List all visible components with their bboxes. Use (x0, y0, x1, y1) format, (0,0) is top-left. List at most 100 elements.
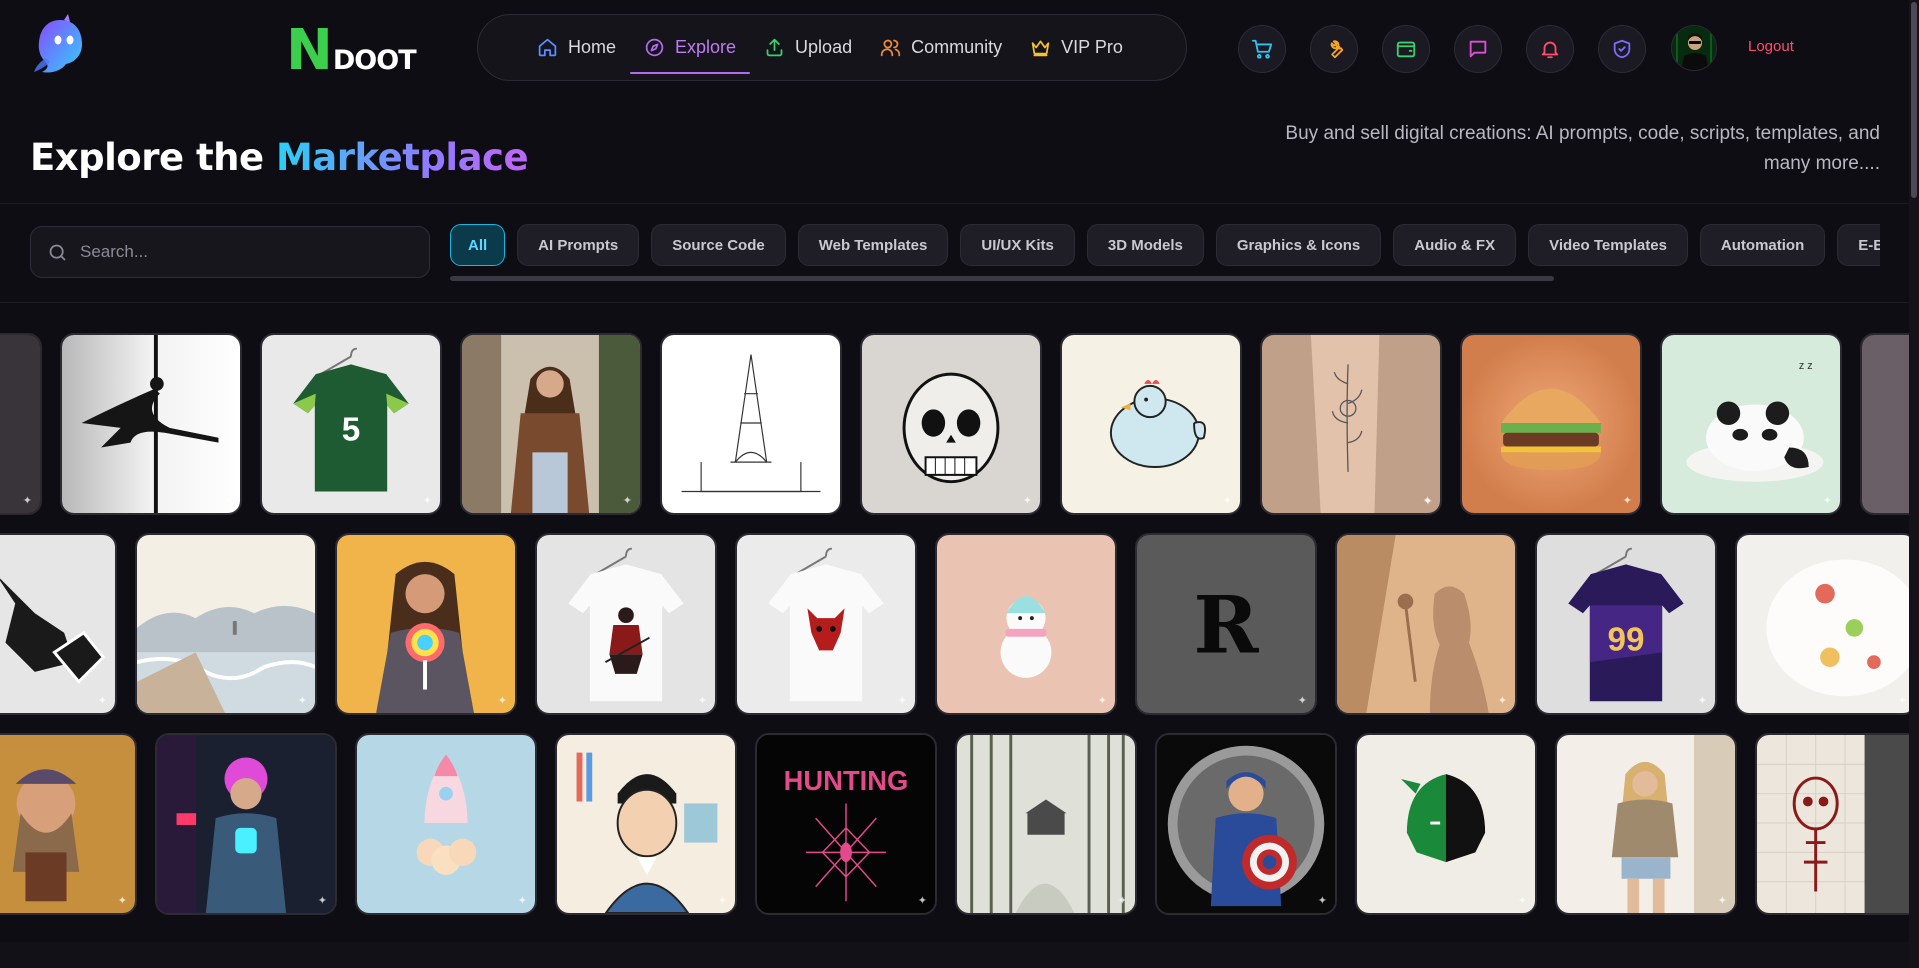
gallery-card[interactable]: ✦ (155, 733, 337, 915)
gallery-card[interactable]: ✦ (1155, 733, 1337, 915)
gallery-card[interactable]: ✦ ✦ (1260, 333, 1442, 515)
sparkle-icon: ✦ (697, 695, 707, 707)
gallery-card[interactable]: ✦ (0, 733, 137, 915)
gallery-card[interactable]: ✦ (355, 733, 537, 915)
gallery-card[interactable]: 99 ✦ (1535, 533, 1717, 715)
gallery-card[interactable]: ✦ (535, 533, 717, 715)
cart-button[interactable] (1238, 25, 1286, 73)
sparkle-icon: ✦ (1117, 895, 1127, 907)
gallery-card[interactable]: ✦ (335, 533, 517, 715)
gallery-card[interactable]: ✦ (1060, 333, 1242, 515)
nav-home-label: Home (568, 37, 617, 57)
sparkle-icon: ✦ (1622, 495, 1632, 507)
gallery-card[interactable]: ✦ (1755, 733, 1919, 915)
sparkle-icon: ✦ (97, 695, 107, 707)
nav-upload-label: Upload (795, 37, 853, 57)
shield-icon (1613, 39, 1631, 59)
nav-explore[interactable]: Explore (630, 24, 751, 74)
gallery-card[interactable]: ✦ (735, 533, 917, 715)
category-chip[interactable]: E-Books (1837, 224, 1880, 266)
category-chip[interactable]: Source Code (651, 224, 786, 266)
tools-button[interactable] (1310, 25, 1358, 73)
search-box[interactable] (30, 226, 430, 278)
nav-vip-pro-label: VIP Pro (1061, 37, 1123, 57)
gallery-card[interactable]: R ✦ (1135, 533, 1317, 715)
page-tagline: Buy and sell digital creations: AI promp… (1285, 123, 1880, 174)
gallery-card[interactable]: ✦ (60, 333, 242, 515)
jersey-number: 99 (1608, 621, 1645, 658)
sparkle-icon: ✦ (1497, 695, 1507, 707)
chat-icon (1469, 40, 1487, 58)
wrench-icon (1330, 40, 1344, 59)
sparkle-icon: ✦ (222, 495, 232, 507)
sparkle-icon: ✦ (297, 695, 307, 707)
gallery-card[interactable]: HUNTING ✦ (755, 733, 937, 915)
sparkle-icon: ✦ (1897, 695, 1907, 707)
sparkle-icon: ✦ (1022, 495, 1032, 507)
gallery-card[interactable]: ✦ (1335, 533, 1517, 715)
category-chip[interactable]: Automation (1699, 224, 1826, 266)
gallery-card[interactable]: z z ✦ (1660, 333, 1842, 515)
gallery-card[interactable]: ✦ (0, 533, 117, 715)
category-chip[interactable]: Web Templates (797, 224, 949, 266)
gallery-card[interactable]: ✦ (660, 333, 842, 515)
nav-home[interactable]: Home (523, 24, 630, 72)
notifications-button[interactable] (1526, 25, 1574, 73)
jersey-number: 5 (342, 412, 361, 449)
chips-scrollbar[interactable] (450, 276, 1554, 281)
nav-community[interactable]: Community (866, 24, 1016, 72)
search-icon (49, 244, 66, 260)
category-chip[interactable]: UI/UX Kits (960, 224, 1075, 266)
brand-letter: N (286, 18, 333, 83)
category-chip[interactable]: Video Templates (1528, 224, 1688, 266)
sparkle-icon: ✦ (1517, 895, 1527, 907)
gallery-card[interactable]: 5 ✦ (260, 333, 442, 515)
sparkle-icon: ✦ (117, 895, 127, 907)
brand-word: DOOT (332, 45, 417, 76)
gallery-card[interactable]: ✦ (1555, 733, 1737, 915)
wallet-button[interactable] (1382, 25, 1430, 73)
gallery-card[interactable]: ✦ (955, 733, 1137, 915)
crown-icon (1031, 40, 1050, 57)
gallery-card[interactable]: ✦ (935, 533, 1117, 715)
category-chip[interactable]: All (450, 224, 506, 266)
category-chip[interactable]: Graphics & Icons (1215, 224, 1382, 266)
brand-logo[interactable]: N DOOT (286, 18, 417, 83)
ghost-logo-icon[interactable] (28, 14, 92, 78)
nav-community-label: Community (911, 37, 1003, 57)
hunting-text: HUNTING (784, 765, 909, 796)
sparkle-icon: ✦ (1222, 495, 1232, 507)
gallery-card[interactable]: ✦ (860, 333, 1042, 515)
gallery-card[interactable]: ✦ (0, 333, 42, 515)
logout-link[interactable]: Logout (1748, 38, 1794, 55)
scrollbar-thumb[interactable] (1911, 2, 1917, 198)
category-chip[interactable]: AI Prompts (517, 224, 640, 266)
divider (0, 302, 1919, 303)
sparkle-icon: ✦ (422, 495, 432, 507)
home-icon (538, 38, 557, 57)
gallery-card[interactable]: ✦ (555, 733, 737, 915)
main-nav: Home Explore Upload Community VIP Pro (477, 14, 1187, 81)
user-avatar[interactable] (1671, 25, 1717, 71)
sparkle-icon: ✦ (497, 695, 507, 707)
nav-vip-pro[interactable]: VIP Pro (1016, 24, 1137, 72)
gallery-card[interactable]: ✦ (460, 333, 642, 515)
category-chip[interactable]: Audio & FX (1393, 224, 1517, 266)
gallery-card[interactable]: ✦ (1735, 533, 1917, 715)
gallery-card[interactable]: ✦ (135, 533, 317, 715)
page-scrollbar[interactable] (1909, 0, 1919, 968)
messages-button[interactable] (1454, 25, 1502, 73)
gallery-card[interactable]: ✦ (1460, 333, 1642, 515)
divider (0, 203, 1919, 204)
security-button[interactable] (1598, 25, 1646, 73)
cart-icon (1251, 39, 1273, 59)
nav-upload[interactable]: Upload (750, 24, 866, 72)
sparkle-icon: ✦ (22, 495, 32, 507)
search-input[interactable] (80, 242, 400, 262)
category-chips: All AI Prompts Source Code Web Templates UI/… (450, 224, 1880, 268)
sparkle-icon: ✦ (1297, 695, 1307, 707)
gallery-card[interactable]: ✦ (1355, 733, 1537, 915)
page: N DOOT Home Explore Upload Community VIP… (0, 0, 1919, 968)
category-chip[interactable]: 3D Models (1086, 224, 1204, 266)
sparkle-icon: ✦ (822, 495, 832, 507)
